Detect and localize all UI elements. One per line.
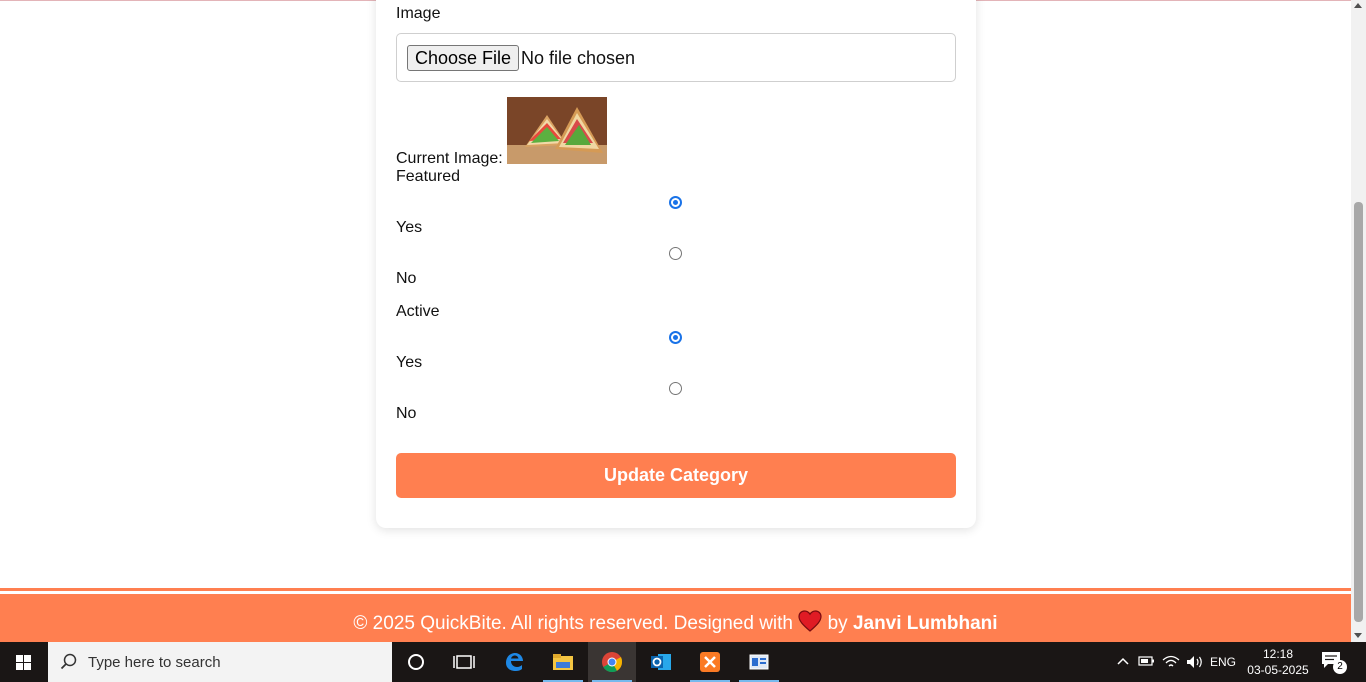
volume-tray-button[interactable] bbox=[1184, 642, 1206, 682]
edge-taskbar-button[interactable] bbox=[490, 642, 538, 682]
search-icon bbox=[60, 653, 77, 670]
scroll-down-arrow-icon[interactable] bbox=[1354, 633, 1362, 638]
current-image-thumbnail bbox=[507, 97, 607, 164]
page-scrollbar[interactable] bbox=[1351, 0, 1366, 642]
featured-label: Featured bbox=[396, 168, 461, 185]
chrome-taskbar-button[interactable] bbox=[588, 642, 636, 682]
file-status-text: No file chosen bbox=[521, 48, 636, 68]
cortana-circle-icon bbox=[408, 654, 424, 670]
image-file-input[interactable]: Choose File No file chosen bbox=[396, 33, 956, 82]
active-yes-radio[interactable] bbox=[669, 331, 682, 344]
heart-icon bbox=[798, 610, 822, 632]
control-panel-taskbar-button[interactable] bbox=[735, 642, 783, 682]
choose-file-button[interactable]: Choose File bbox=[407, 45, 520, 71]
task-view-icon bbox=[453, 655, 475, 669]
start-button[interactable] bbox=[0, 642, 48, 682]
battery-tray-button[interactable] bbox=[1136, 642, 1158, 682]
current-image-label: Current Image: bbox=[396, 150, 503, 167]
scroll-up-arrow-icon[interactable] bbox=[1354, 3, 1362, 8]
xampp-taskbar-button[interactable] bbox=[686, 642, 734, 682]
active-yes-label: Yes bbox=[396, 354, 423, 371]
active-no-radio[interactable] bbox=[669, 382, 682, 395]
battery-icon bbox=[1138, 656, 1154, 666]
outlook-icon bbox=[651, 654, 671, 670]
sandwich-image bbox=[507, 97, 607, 164]
window-app-icon bbox=[749, 654, 769, 670]
language-indicator[interactable]: ENG bbox=[1210, 642, 1238, 682]
action-center-button[interactable]: 2 bbox=[1320, 650, 1348, 676]
footer-divider bbox=[0, 588, 1351, 591]
windows-taskbar: Type here to search ENG 12:18 03-05-2025… bbox=[0, 642, 1366, 682]
featured-yes-radio[interactable] bbox=[669, 196, 682, 209]
speaker-icon bbox=[1187, 656, 1202, 668]
taskbar-search-box[interactable]: Type here to search bbox=[48, 642, 392, 682]
network-tray-button[interactable] bbox=[1160, 642, 1182, 682]
active-no-label: No bbox=[396, 405, 417, 422]
show-hidden-icons-button[interactable] bbox=[1112, 642, 1132, 682]
footer: © 2025 QuickBite. All rights reserved. D… bbox=[0, 594, 1351, 642]
taskbar-clock[interactable]: 12:18 03-05-2025 bbox=[1240, 646, 1316, 678]
footer-author: Janvi Lumbhani bbox=[852, 613, 998, 634]
xampp-icon bbox=[700, 652, 720, 672]
notification-count-badge: 2 bbox=[1333, 660, 1347, 674]
file-explorer-taskbar-button[interactable] bbox=[539, 642, 587, 682]
outlook-taskbar-button[interactable] bbox=[637, 642, 685, 682]
search-placeholder: Type here to search bbox=[88, 654, 221, 671]
folder-icon bbox=[553, 654, 573, 670]
scroll-thumb[interactable] bbox=[1354, 202, 1363, 622]
footer-copyright: © 2025 QuickBite. All rights reserved. D… bbox=[353, 613, 794, 634]
featured-no-radio[interactable] bbox=[669, 247, 682, 260]
clock-time: 12:18 bbox=[1262, 647, 1294, 661]
chrome-browser-icon bbox=[602, 652, 623, 673]
featured-yes-label: Yes bbox=[396, 219, 423, 236]
windows-logo-icon bbox=[16, 655, 31, 670]
wifi-icon bbox=[1162, 655, 1180, 667]
update-category-button[interactable]: Update Category bbox=[396, 453, 956, 498]
image-label: Image bbox=[396, 5, 441, 22]
active-label: Active bbox=[396, 303, 440, 320]
clock-date: 03-05-2025 bbox=[1247, 663, 1309, 677]
edge-browser-icon bbox=[506, 653, 523, 671]
task-view-button[interactable] bbox=[440, 642, 488, 682]
featured-no-label: No bbox=[396, 270, 417, 287]
cortana-button[interactable] bbox=[392, 642, 440, 682]
chevron-up-icon bbox=[1117, 657, 1129, 665]
footer-by: by bbox=[827, 613, 848, 634]
